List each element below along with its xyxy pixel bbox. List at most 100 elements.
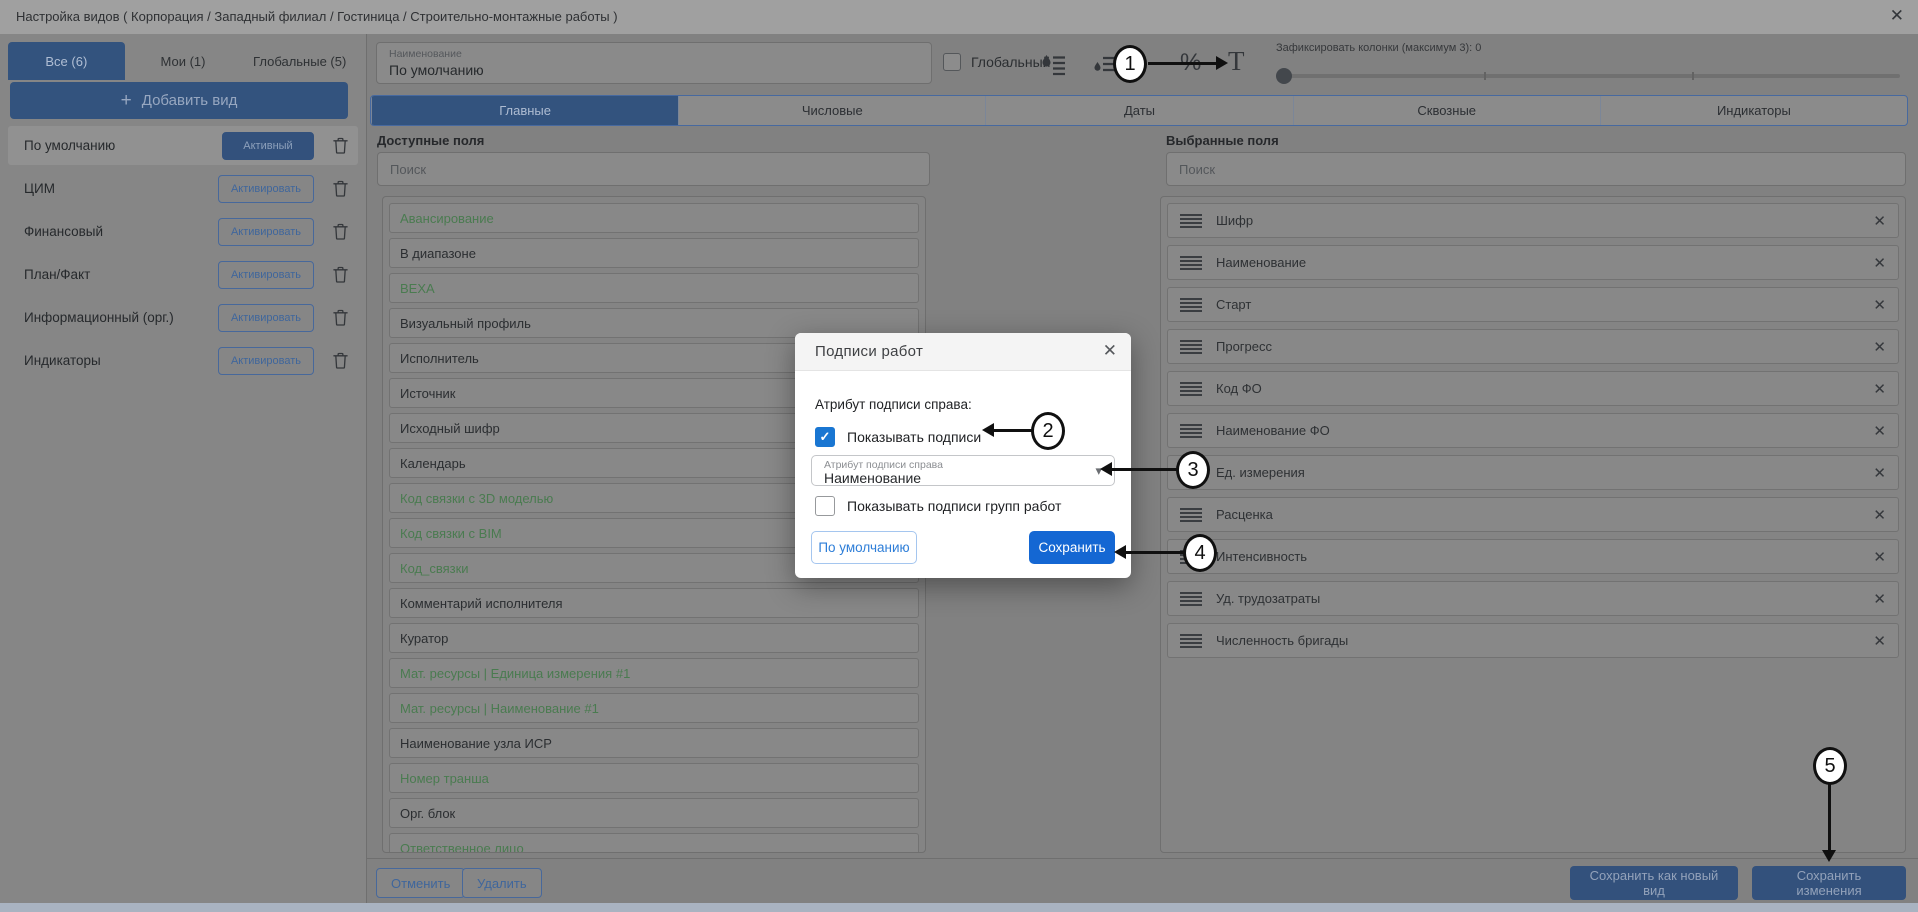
selected-field-row[interactable]: Наименование ФО ✕ [1167,413,1899,448]
selected-field-row[interactable]: Код ФО ✕ [1167,371,1899,406]
save-changes-button[interactable]: Сохранить изменения [1752,866,1906,900]
view-list-item[interactable]: Финансовый Активировать [8,212,358,251]
drag-handle-icon[interactable] [1180,214,1202,228]
default-button[interactable]: По умолчанию [811,531,917,564]
sidebar-tab[interactable]: Мои (1) [125,42,242,80]
drag-handle-icon[interactable] [1180,634,1202,648]
activate-view-button[interactable]: Активировать [218,347,314,375]
remove-field-icon[interactable]: ✕ [1873,464,1886,482]
field-category-tab[interactable]: Индикаторы [1600,96,1907,125]
remove-field-icon[interactable]: ✕ [1873,338,1886,356]
fill-rows-icon[interactable] [1040,52,1068,83]
selected-field-row[interactable]: Ед. измерения ✕ [1167,455,1899,490]
delete-view-icon[interactable] [322,352,348,369]
activate-view-button[interactable]: Активировать [218,261,314,289]
show-group-labels-checkbox[interactable]: ✓ Показывать подписи групп работ [815,496,1061,516]
selected-field-row[interactable]: Уд. трудозатраты ✕ [1167,581,1899,616]
delete-button[interactable]: Удалить [462,868,542,898]
selected-field-row[interactable]: Расценка ✕ [1167,497,1899,532]
show-labels-checkbox[interactable]: ✓ Показывать подписи [815,427,981,447]
delete-view-icon[interactable] [322,137,348,154]
add-view-button[interactable]: + Добавить вид [10,82,348,119]
selected-field-row[interactable]: Наименование ✕ [1167,245,1899,280]
delete-view-icon[interactable] [322,180,348,197]
view-list-item[interactable]: Индикаторы Активировать [8,341,358,380]
field-category-tab[interactable]: Даты [985,96,1292,125]
drag-handle-icon[interactable] [1180,508,1202,522]
global-checkbox-box[interactable] [943,53,961,71]
selected-field-row[interactable]: Старт ✕ [1167,287,1899,322]
delete-view-icon[interactable] [322,223,348,240]
available-field-row[interactable]: Авансирование [389,203,919,233]
available-field-row[interactable]: Ответственное лицо [389,833,919,853]
remove-field-icon[interactable]: ✕ [1873,590,1886,608]
activate-view-button[interactable]: Активный [222,132,314,160]
available-field-row[interactable]: Наименование узла ИСР [389,728,919,758]
view-name-field[interactable]: Наименование [376,42,932,84]
available-field-row[interactable]: Номер транша [389,763,919,793]
delete-view-icon[interactable] [322,266,348,283]
sidebar-tabs: Все (6) Мои (1) Глобальные (5) [8,42,358,80]
remove-field-icon[interactable]: ✕ [1873,296,1886,314]
available-fields-title: Доступные поля [377,133,484,148]
drag-handle-icon[interactable] [1180,256,1202,270]
available-field-row[interactable]: Мат. ресурсы | Единица измерения #1 [389,658,919,688]
available-field-label: Исходный шифр [400,421,500,436]
remove-field-icon[interactable]: ✕ [1873,254,1886,272]
view-list-item[interactable]: По умолчанию Активный [8,126,358,165]
field-category-tab[interactable]: Главные [371,96,678,125]
remove-field-icon[interactable]: ✕ [1873,632,1886,650]
remove-field-icon[interactable]: ✕ [1873,212,1886,230]
remove-field-icon[interactable]: ✕ [1873,506,1886,524]
drag-handle-icon[interactable] [1180,424,1202,438]
plus-icon: + [121,91,132,110]
drag-handle-icon[interactable] [1180,340,1202,354]
remove-field-icon[interactable]: ✕ [1873,422,1886,440]
drag-handle-icon[interactable] [1180,298,1202,312]
view-list-item[interactable]: ЦИМ Активировать [8,169,358,208]
slider-track[interactable] [1276,74,1900,78]
dialog-close-icon[interactable]: ✕ [1103,341,1117,361]
save-as-new-view-button[interactable]: Сохранить как новый вид [1570,866,1738,900]
field-category-tabs: Главные Числовые Даты Сквозные Индикатор… [370,95,1908,126]
work-labels-icon[interactable]: T [1228,46,1245,77]
field-category-tab[interactable]: Числовые [678,96,985,125]
activate-view-button[interactable]: Активировать [218,175,314,203]
selected-search-input[interactable] [1166,152,1906,186]
activate-view-button[interactable]: Активировать [218,218,314,246]
delete-view-icon[interactable] [322,309,348,326]
selected-field-label: Расценка [1216,507,1873,522]
available-field-row[interactable]: Мат. ресурсы | Наименование #1 [389,693,919,723]
activate-view-button[interactable]: Активировать [218,304,314,332]
available-field-row[interactable]: ВЕХА [389,273,919,303]
window-close-icon[interactable]: ✕ [1890,6,1904,26]
remove-field-icon[interactable]: ✕ [1873,380,1886,398]
show-labels-checkbox-box[interactable]: ✓ [815,427,835,447]
view-list-item[interactable]: План/Факт Активировать [8,255,358,294]
selected-field-row[interactable]: Прогресс ✕ [1167,329,1899,364]
drag-handle-icon[interactable] [1180,592,1202,606]
selected-field-row[interactable]: Интенсивность ✕ [1167,539,1899,574]
available-field-row[interactable]: В диапазоне [389,238,919,268]
global-checkbox[interactable]: Глобальный [943,53,1050,71]
cancel-button[interactable]: Отменить [376,868,465,898]
available-search-input[interactable] [377,152,930,186]
selected-field-row[interactable]: Шифр ✕ [1167,203,1899,238]
slider-thumb[interactable] [1276,68,1292,84]
annotation-arrow-5 [1828,783,1831,850]
sidebar-tab[interactable]: Все (6) [8,42,125,80]
label-attribute-select[interactable]: Атрибут подписи справа Наименование ▾ [811,455,1115,486]
available-field-row[interactable]: Комментарий исполнителя [389,588,919,618]
save-button[interactable]: Сохранить [1029,531,1115,564]
remove-field-icon[interactable]: ✕ [1873,548,1886,566]
drag-handle-icon[interactable] [1180,382,1202,396]
selected-field-row[interactable]: Численность бригады ✕ [1167,623,1899,658]
field-category-tab[interactable]: Сквозные [1293,96,1600,125]
sidebar-tab[interactable]: Глобальные (5) [241,42,358,80]
show-group-labels-checkbox-box[interactable]: ✓ [815,496,835,516]
available-field-row[interactable]: Орг. блок [389,798,919,828]
view-list-item[interactable]: Информационный (орг.) Активировать [8,298,358,337]
pin-columns-slider[interactable] [1276,68,1906,84]
view-name-input[interactable] [389,62,909,78]
available-field-row[interactable]: Куратор [389,623,919,653]
